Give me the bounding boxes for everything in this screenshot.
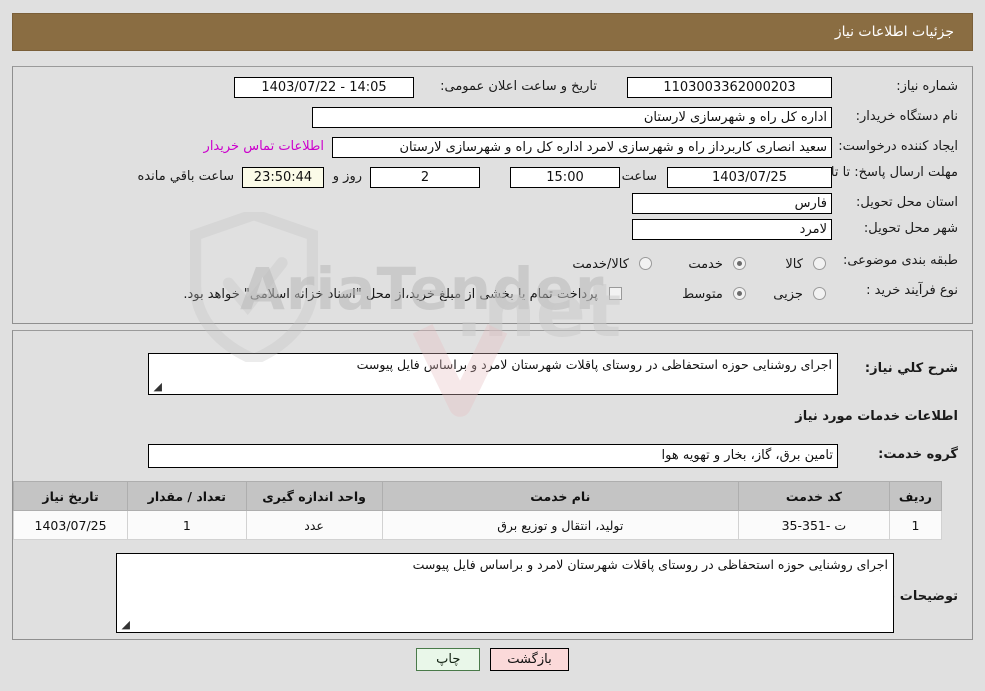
- deadline-hour-label: ساعت: [621, 169, 657, 184]
- page-root: AriaTender .net جزئیات اطلاعات نیاز شمار…: [0, 0, 985, 691]
- category-option-khedmat[interactable]: خدمت: [688, 253, 746, 272]
- purchase-type-option-jozi-label: جزیی: [773, 287, 803, 302]
- deadline-days-label: روز و: [332, 169, 362, 184]
- radio-khedmat-icon[interactable]: [733, 257, 746, 270]
- request-creator-field[interactable]: سعید انصاری کاربرداز راه و شهرسازی لامرد…: [332, 137, 832, 158]
- cell-quantity: 1: [127, 510, 247, 540]
- table-row[interactable]: 1 ت -351-35 تولید، انتقال و توزیع برق عد…: [12, 510, 943, 540]
- radio-jozi-icon[interactable]: [813, 287, 826, 300]
- radio-kala-khedmat-icon[interactable]: [639, 257, 652, 270]
- th-quantity: تعداد / مقدار: [127, 481, 247, 511]
- general-description-value: اجرای روشنایی حوزه استحفاظی در روستای پا…: [356, 357, 832, 372]
- delivery-city-row: شهر محل تحویل:: [864, 221, 958, 236]
- need-number-field[interactable]: 1103003362000203: [627, 77, 832, 98]
- purchase-type-label: نوع فرآیند خرید :: [866, 283, 958, 298]
- category-option-kala[interactable]: کالا: [785, 253, 826, 272]
- th-service-name: نام خدمت: [381, 481, 739, 511]
- need-number-label: شماره نیاز:: [896, 79, 958, 94]
- announce-datetime-row: تاریخ و ساعت اعلان عمومی:: [440, 79, 597, 94]
- th-need-date: تاریخ نیاز: [12, 481, 129, 511]
- service-group-field[interactable]: تامین برق، گاز، بخار و تهویه هوا: [148, 444, 838, 468]
- request-creator-label: ایجاد کننده درخواست:: [838, 139, 958, 154]
- purchase-type-option-motevaset[interactable]: متوسط: [682, 283, 746, 302]
- window-title-bar: جزئیات اطلاعات نیاز: [12, 13, 973, 51]
- buyer-notes-textarea[interactable]: اجرای روشنایی حوزه استحفاظی در روستای پا…: [116, 553, 894, 633]
- deadline-days-field[interactable]: 2: [370, 167, 480, 188]
- delivery-province-field[interactable]: فارس: [632, 193, 832, 214]
- radio-kala-icon[interactable]: [813, 257, 826, 270]
- deadline-date-field[interactable]: 1403/07/25: [667, 167, 832, 188]
- footer-button-bar: بازگشت چاپ: [0, 648, 985, 671]
- buyer-org-label: نام دستگاه خریدار:: [855, 109, 958, 124]
- buyer-org-field[interactable]: اداره کل راه و شهرسازی لارستان: [312, 107, 832, 128]
- services-heading: اطلاعات خدمات مورد نیاز: [795, 409, 958, 424]
- treasury-bond-text: پرداخت تمام یا بخشی از مبلغ خرید،از محل …: [183, 287, 598, 302]
- deadline-hour-field[interactable]: 15:00: [510, 167, 620, 188]
- buyer-notes-value: اجرای روشنایی حوزه استحفاظی در روستای پا…: [412, 557, 888, 572]
- need-number-row: شماره نیاز:: [896, 79, 958, 94]
- request-creator-row: ایجاد کننده درخواست:: [838, 139, 958, 154]
- countdown-field: 23:50:44: [242, 167, 324, 188]
- cell-row-no: 1: [888, 510, 943, 540]
- category-option-kala-label: کالا: [785, 257, 803, 272]
- need-details-panel: شرح کلي نیاز: اجرای روشنایی حوزه استحفاظ…: [12, 330, 973, 640]
- cell-need-date: 1403/07/25: [12, 510, 129, 540]
- purchase-type-option-motevaset-label: متوسط: [682, 287, 723, 302]
- general-description-textarea[interactable]: اجرای روشنایی حوزه استحفاظی در روستای پا…: [148, 353, 838, 395]
- delivery-province-label: استان محل تحویل:: [856, 195, 958, 210]
- th-service-code: کد خدمت: [737, 481, 890, 511]
- treasury-bond-option[interactable]: پرداخت تمام یا بخشی از مبلغ خرید،از محل …: [183, 283, 622, 302]
- category-row: طبقه بندی موضوعی:: [843, 253, 958, 268]
- table-header-row: ردیف کد خدمت نام خدمت واحد اندازه گیری ت…: [12, 481, 943, 511]
- delivery-city-label: شهر محل تحویل:: [863, 221, 958, 236]
- resize-grip-icon[interactable]: ◢: [120, 619, 130, 630]
- category-label: طبقه بندی موضوعی:: [842, 253, 958, 268]
- buyer-org-row: نام دستگاه خریدار:: [856, 109, 958, 124]
- purchase-type-option-jozi[interactable]: جزیی: [773, 283, 826, 302]
- announce-datetime-label: تاریخ و ساعت اعلان عمومی:: [440, 79, 597, 94]
- radio-motevaset-icon[interactable]: [733, 287, 746, 300]
- response-deadline-label: مهلت ارسال پاسخ: تا تاریخ:: [808, 165, 958, 180]
- cell-service-code: ت -351-35: [737, 510, 890, 540]
- print-button[interactable]: چاپ: [416, 648, 481, 671]
- purchase-type-row: نوع فرآیند خرید :: [866, 283, 958, 298]
- back-button[interactable]: بازگشت: [490, 648, 569, 671]
- announce-datetime-field[interactable]: 14:05 - 1403/07/22: [234, 77, 414, 98]
- th-unit: واحد اندازه گیری: [245, 481, 383, 511]
- treasury-bond-checkbox-icon[interactable]: [609, 287, 622, 300]
- resize-grip-icon[interactable]: ◢: [152, 381, 162, 392]
- service-group-label: گروه خدمت:: [878, 447, 958, 462]
- buyer-contact-link[interactable]: اطلاعات تماس خریدار: [204, 139, 324, 154]
- countdown-label: ساعت باقي مانده: [137, 169, 234, 184]
- cell-unit: عدد: [245, 510, 383, 540]
- services-table: ردیف کد خدمت نام خدمت واحد اندازه گیری ت…: [12, 481, 943, 540]
- cell-service-name: تولید، انتقال و توزیع برق: [381, 510, 739, 540]
- page-title: جزئیات اطلاعات نیاز: [834, 24, 954, 40]
- need-info-panel: شماره نیاز: 1103003362000203 تاریخ و ساع…: [12, 66, 973, 324]
- category-option-kala-khedmat-label: کالا/خدمت: [572, 257, 629, 272]
- delivery-city-field[interactable]: لامرد: [632, 219, 832, 240]
- general-description-label: شرح کلي نیاز:: [864, 361, 958, 376]
- category-option-kala-khedmat[interactable]: کالا/خدمت: [572, 253, 652, 272]
- th-row-no: ردیف: [888, 481, 943, 511]
- delivery-province-row: استان محل تحویل:: [856, 195, 958, 210]
- category-option-khedmat-label: خدمت: [688, 257, 723, 272]
